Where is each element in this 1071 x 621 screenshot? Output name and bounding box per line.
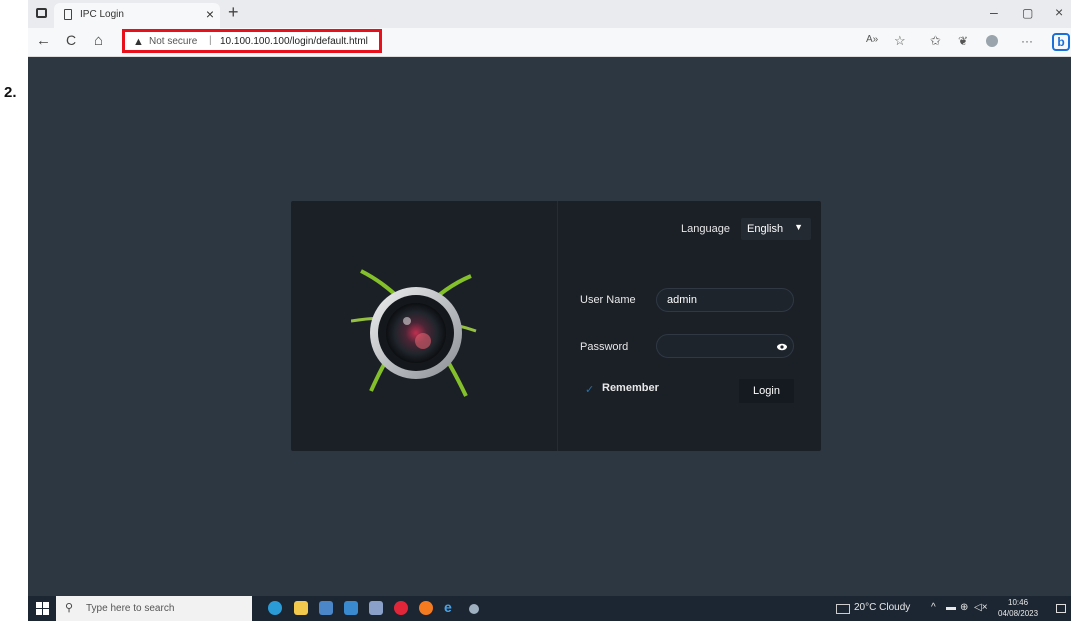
- more-icon[interactable]: ···: [1021, 34, 1033, 48]
- step-label: 2.: [4, 84, 17, 101]
- app-icon-2[interactable]: [469, 604, 479, 614]
- notification-icon[interactable]: [1056, 604, 1066, 613]
- login-panel: Language English ▼ User Name admin Passw…: [291, 201, 821, 451]
- weather-icon[interactable]: [836, 604, 850, 614]
- password-input[interactable]: [656, 334, 794, 358]
- title-bar: IPC Login × + – ▢ ×: [28, 0, 1071, 28]
- clock-date: 04/08/2023: [998, 609, 1039, 618]
- tab-ipc-login[interactable]: IPC Login ×: [54, 3, 220, 28]
- address-bar[interactable]: ▲ Not secure | 10.100.100.100/login/defa…: [122, 29, 382, 53]
- address-toolbar: ← C ⌂ ▲ Not secure | 10.100.100.100/logi…: [28, 28, 1071, 57]
- minimize-icon[interactable]: –: [990, 4, 998, 20]
- warning-icon: ▲: [133, 36, 144, 48]
- read-aloud-icon[interactable]: A»: [866, 34, 878, 45]
- taskbar: ⚲ Type here to search e 20°C Cloudy ^ ▬ …: [28, 596, 1071, 621]
- refresh-icon[interactable]: C: [66, 32, 76, 48]
- panel-divider: [557, 201, 558, 451]
- clock[interactable]: 10:46 04/08/2023: [998, 597, 1038, 619]
- search-icon: ⚲: [65, 602, 74, 614]
- tab-title: IPC Login: [80, 9, 124, 20]
- favorites-icon[interactable]: ✩: [930, 33, 941, 49]
- taskbar-search-box[interactable]: ⚲ Type here to search: [56, 596, 252, 621]
- username-value: admin: [667, 294, 697, 306]
- login-button[interactable]: Login: [739, 379, 794, 403]
- app-icon[interactable]: [369, 601, 383, 615]
- password-label: Password: [580, 341, 629, 353]
- windows-start-icon[interactable]: [36, 602, 49, 615]
- remember-label: Remember: [602, 382, 659, 394]
- tab-actions-icon[interactable]: [36, 8, 47, 18]
- chevron-up-icon[interactable]: ^: [931, 602, 936, 613]
- address-separator: |: [209, 35, 212, 46]
- internet-explorer-icon[interactable]: e: [444, 599, 458, 615]
- browser-window: IPC Login × + – ▢ × ← C ⌂ ▲ Not secure |…: [28, 0, 1071, 621]
- store-icon[interactable]: [319, 601, 333, 615]
- copilot-icon[interactable]: b: [1052, 33, 1070, 51]
- language-select[interactable]: English ▼: [741, 218, 811, 240]
- network-icon[interactable]: ⊕: [960, 602, 968, 613]
- language-label: Language: [681, 223, 730, 235]
- remember-checkbox[interactable]: ✓: [585, 383, 594, 396]
- home-icon[interactable]: ⌂: [94, 32, 103, 49]
- page-icon: [64, 9, 72, 20]
- weather-text[interactable]: 20°C Cloudy: [854, 602, 910, 613]
- url-text: 10.100.100.100/login/default.html: [220, 36, 368, 47]
- opera-icon[interactable]: [394, 601, 408, 615]
- search-placeholder: Type here to search: [86, 603, 175, 614]
- file-explorer-icon[interactable]: [294, 601, 308, 615]
- battery-icon[interactable]: ▬: [946, 602, 956, 613]
- mail-icon[interactable]: [344, 601, 358, 615]
- maximize-icon[interactable]: ▢: [1022, 6, 1033, 20]
- dropdown-arrow-icon: ▼: [794, 222, 803, 232]
- close-window-icon[interactable]: ×: [1055, 4, 1063, 20]
- camera-lens-logo-icon: [351, 269, 477, 397]
- username-input[interactable]: admin: [656, 288, 794, 312]
- favorite-star-icon[interactable]: ☆: [894, 33, 906, 49]
- show-password-icon[interactable]: [777, 342, 787, 352]
- tab-close-icon[interactable]: ×: [206, 6, 214, 22]
- clock-time: 10:46: [1008, 598, 1029, 607]
- browser-essentials-icon[interactable]: ❦: [958, 34, 968, 48]
- language-value: English: [747, 223, 784, 235]
- username-label: User Name: [580, 294, 636, 306]
- back-icon[interactable]: ←: [36, 32, 51, 49]
- edge-icon[interactable]: [268, 601, 282, 615]
- volume-icon[interactable]: ◁×: [974, 602, 988, 613]
- not-secure-label: Not secure: [149, 36, 198, 47]
- new-tab-icon[interactable]: +: [228, 2, 239, 23]
- profile-avatar-icon[interactable]: [986, 35, 998, 47]
- firefox-icon[interactable]: [419, 601, 433, 615]
